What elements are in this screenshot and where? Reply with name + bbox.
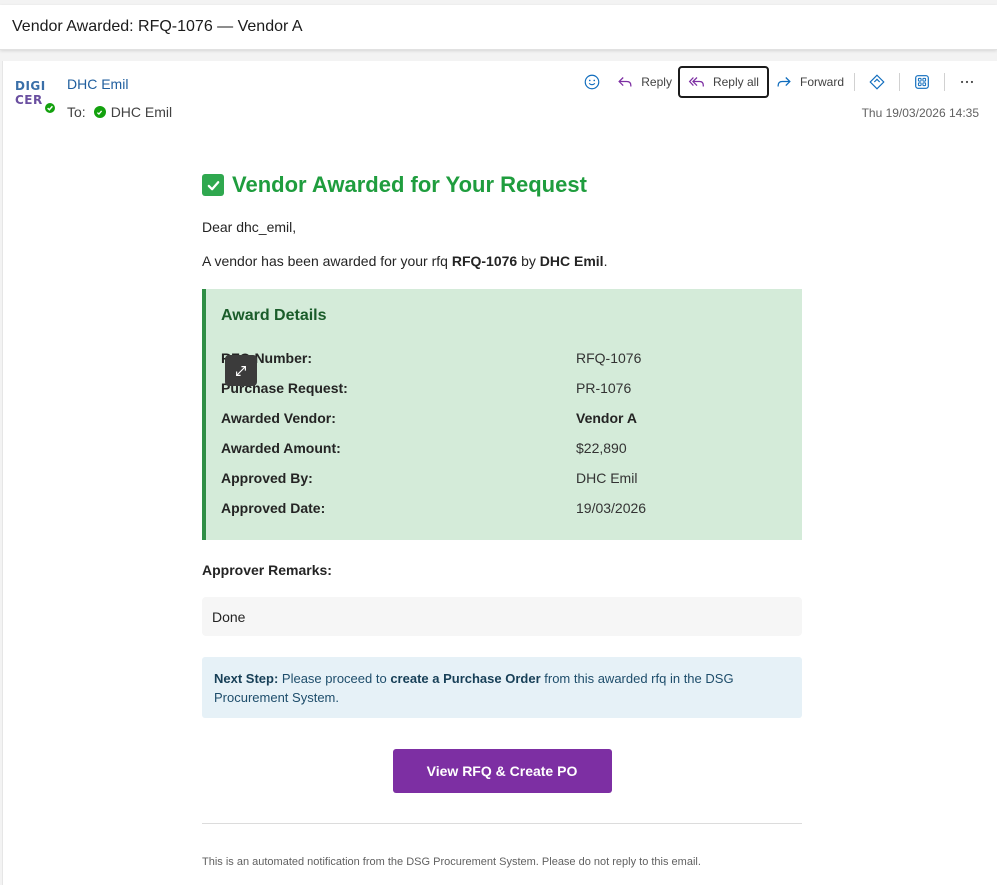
- award-row-approved-by: Approved By: DHC Emil: [221, 463, 786, 493]
- award-value: DHC Emil: [576, 470, 638, 486]
- headline-text: Vendor Awarded for Your Request: [232, 172, 587, 197]
- avatar-logo-line2: CER: [15, 93, 43, 107]
- cta-container: View RFQ & Create PO: [202, 749, 802, 793]
- loop-button[interactable]: [859, 67, 895, 97]
- recipient-line: To: DHC Emil: [67, 104, 172, 120]
- award-label: Approved By:: [221, 470, 313, 486]
- footer-divider: [202, 823, 802, 824]
- award-value: Vendor A: [576, 410, 637, 426]
- intro-rfq-number: RFQ-1076: [451, 253, 518, 269]
- recipient-presence-icon: [93, 106, 106, 118]
- intro-awarded-by: DHC Emil: [539, 253, 604, 269]
- recipient-name[interactable]: DHC Emil: [111, 104, 172, 120]
- email-body: Vendor Awarded for Your Request Dear dhc…: [202, 169, 802, 868]
- next-step-text-pre: Please proceed to: [278, 671, 391, 686]
- email-headline: Vendor Awarded for Your Request: [202, 169, 802, 201]
- subject-bar: Vendor Awarded: RFQ-1076 — Vendor A: [0, 5, 997, 50]
- award-value: RFQ-1076: [576, 350, 642, 366]
- award-label: Approved Date:: [221, 500, 326, 516]
- loop-icon: [869, 74, 885, 90]
- remarks-value: Done: [212, 608, 246, 625]
- reply-all-label: Reply all: [712, 75, 759, 89]
- toolbar-divider: [944, 73, 945, 91]
- next-step-box: Next Step: Please proceed to create a Pu…: [202, 657, 802, 718]
- presence-available-icon: [43, 101, 57, 115]
- reply-all-icon: [688, 77, 704, 87]
- footer-note: This is an automated notification from t…: [202, 856, 701, 868]
- greeting: Dear dhc_emil,: [202, 219, 297, 235]
- reply-button[interactable]: Reply: [610, 67, 678, 97]
- message-actions-toolbar: Reply Reply all Forward: [574, 66, 985, 98]
- remarks-label: Approver Remarks:: [202, 562, 332, 578]
- next-step-action: create a Purchase Order: [390, 671, 541, 686]
- award-row-rfq-number: RFQ Number: RFQ-1076: [221, 343, 786, 373]
- to-label: To:: [67, 104, 86, 120]
- check-mark-icon: [202, 174, 224, 196]
- award-label: Purchase Request:: [221, 380, 348, 396]
- avatar-logo: DIGI CER: [15, 79, 46, 107]
- remarks-box: Done: [202, 597, 802, 636]
- award-details-title: Award Details: [221, 307, 327, 324]
- forward-label: Forward: [799, 75, 844, 89]
- award-details-box: Award Details RFQ Number: RFQ-1076 Purch…: [202, 289, 802, 540]
- award-label: RFQ Number:: [221, 350, 312, 366]
- apps-grid-icon: [915, 75, 929, 89]
- award-value: $22,890: [576, 440, 627, 456]
- expand-arrows-icon: [236, 365, 246, 376]
- avatar-logo-line1: DIGI: [15, 79, 46, 93]
- view-rfq-create-po-button[interactable]: View RFQ & Create PO: [392, 749, 612, 793]
- toolbar-divider: [854, 73, 855, 91]
- more-horizontal-icon: [960, 80, 974, 84]
- next-step-label: Next Step:: [214, 671, 279, 686]
- email-subject: Vendor Awarded: RFQ-1076 — Vendor A: [12, 18, 303, 35]
- reply-all-button[interactable]: Reply all: [677, 66, 769, 98]
- award-row-amount: Awarded Amount: $22,890: [221, 433, 786, 463]
- message-timestamp: Thu 19/03/2026 14:35: [861, 106, 979, 120]
- more-actions-button[interactable]: [949, 67, 985, 97]
- award-label: Awarded Vendor:: [221, 410, 336, 426]
- reply-label: Reply: [641, 75, 672, 89]
- forward-icon: [777, 77, 791, 87]
- message-card: DIGI CER DHC Emil To: DHC Emil Reply Rep…: [2, 61, 997, 885]
- award-row-purchase-request: Purchase Request: PR-1076: [221, 373, 786, 403]
- forward-button[interactable]: Forward: [769, 67, 850, 97]
- expand-image-button[interactable]: [225, 355, 257, 386]
- award-row-vendor: Awarded Vendor: Vendor A: [221, 403, 786, 433]
- smiley-icon: [584, 74, 600, 90]
- sender-avatar[interactable]: DIGI CER: [15, 79, 57, 115]
- toolbar-divider: [899, 73, 900, 91]
- intro-text-mid: by: [517, 253, 540, 269]
- apps-button[interactable]: [904, 67, 940, 97]
- award-row-approved-date: Approved Date: 19/03/2026: [221, 493, 786, 523]
- intro-paragraph: A vendor has been awarded for your rfq R…: [202, 253, 802, 269]
- emoji-reaction-button[interactable]: [574, 67, 610, 97]
- award-value: 19/03/2026: [576, 500, 647, 516]
- sender-name[interactable]: DHC Emil: [67, 76, 128, 92]
- award-value: PR-1076: [576, 380, 632, 396]
- award-label: Awarded Amount:: [221, 440, 341, 456]
- intro-text-end: .: [603, 253, 608, 269]
- intro-text-pre: A vendor has been awarded for your rfq: [202, 253, 452, 269]
- reply-icon: [618, 77, 632, 87]
